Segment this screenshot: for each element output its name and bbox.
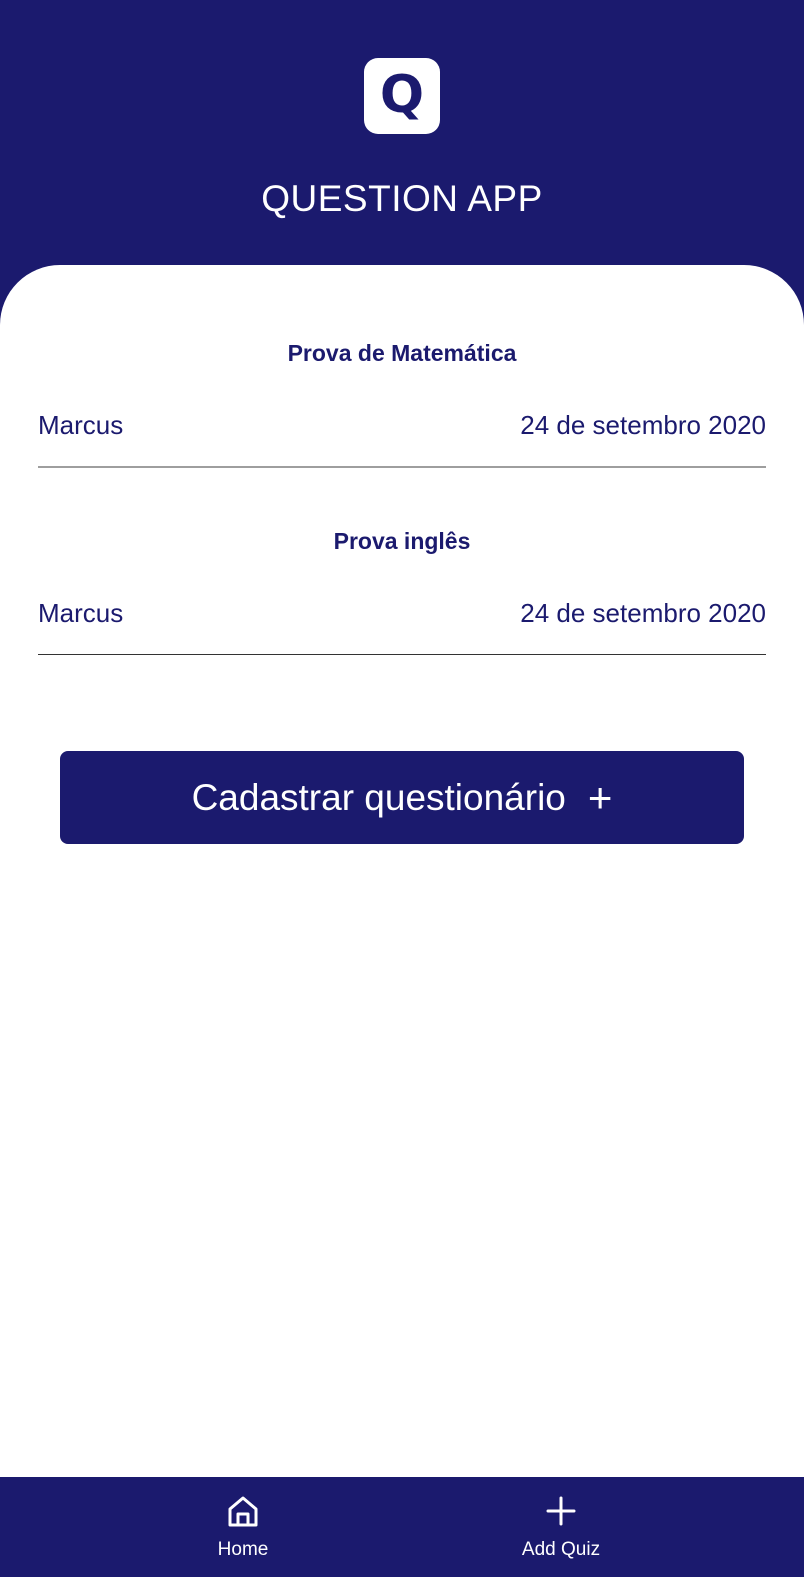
quiz-list-panel bbox=[0, 265, 804, 1477]
plus-icon: + bbox=[587, 773, 613, 821]
quiz-title: Prova de Matemática bbox=[287, 340, 517, 366]
plus-icon bbox=[546, 1496, 576, 1526]
add-questionnaire-label: Cadastrar questionário bbox=[191, 776, 566, 818]
nav-item-home[interactable]: Home bbox=[163, 1477, 323, 1577]
app-logo: Q bbox=[364, 58, 440, 134]
logo-letter: Q bbox=[379, 65, 425, 125]
bottom-nav: Home Add Quiz bbox=[0, 1477, 804, 1577]
quiz-date: 24 de setembro 2020 bbox=[520, 410, 766, 440]
quiz-date: 24 de setembro 2020 bbox=[520, 598, 766, 628]
add-questionnaire-button[interactable]: Cadastrar questionário + bbox=[60, 751, 744, 844]
nav-label-home: Home bbox=[217, 1539, 269, 1560]
quiz-title: Prova inglês bbox=[333, 528, 471, 554]
nav-label-add-quiz: Add Quiz bbox=[521, 1539, 601, 1560]
home-icon bbox=[228, 1496, 258, 1527]
divider bbox=[38, 654, 766, 655]
app-title: QUESTION APP bbox=[261, 178, 543, 219]
quiz-author: Marcus bbox=[38, 410, 124, 440]
nav-item-add-quiz[interactable]: Add Quiz bbox=[481, 1477, 641, 1577]
quiz-author: Marcus bbox=[38, 598, 124, 628]
divider bbox=[38, 466, 766, 468]
